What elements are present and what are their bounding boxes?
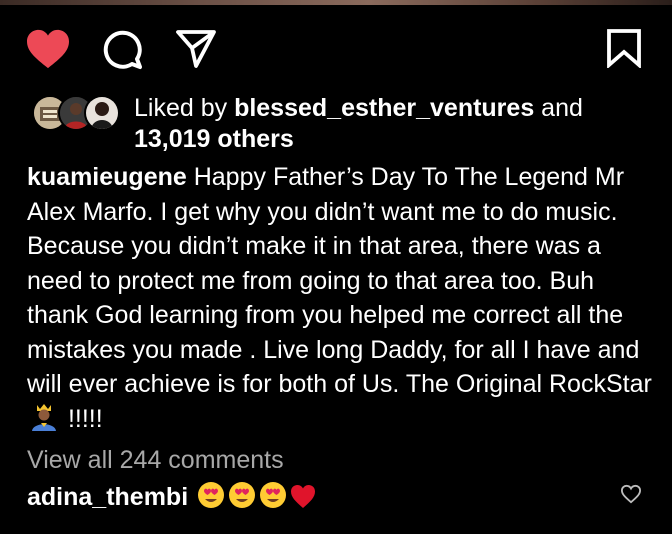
comment-username-link[interactable]: adina_thembi [27,483,188,511]
post-image-edge [0,0,672,5]
comment-emojis [197,480,327,515]
bookmark-icon[interactable] [606,28,642,68]
comment-bubble-icon[interactable] [102,29,144,71]
heart-eyes-emoji-icon [197,482,224,508]
likes-count-link[interactable]: 13,019 others [134,125,294,153]
caption-tail: !!!!! [61,404,103,433]
caption-username-link[interactable]: kuamieugene [27,163,187,191]
heart-eyes-emoji-icon [259,482,286,508]
heart-filled-icon[interactable] [25,28,71,70]
liked-by-prefix: Liked by [134,94,235,122]
avatar [84,95,120,131]
post-caption: kuamieugene Happy Father’s Day To The Le… [27,160,657,440]
liker-avatars [32,95,122,131]
prince-emoji-icon [29,403,59,441]
liked-by-and: and [534,94,583,122]
heart-eyes-emoji-icon [228,482,255,508]
red-heart-emoji-icon [290,485,315,508]
caption-text: Happy Father’s Day To The Legend Mr Alex… [27,163,652,398]
liked-by-text: Liked by blessed_esther_ventures and 13,… [134,93,634,155]
liked-by-user-link[interactable]: blessed_esther_ventures [234,94,534,122]
view-all-comments-link[interactable]: View all 244 comments [27,444,284,476]
heart-outline-icon[interactable] [620,484,642,509]
paper-plane-icon[interactable] [175,29,217,69]
comment-row: adina_thembi [27,480,657,516]
